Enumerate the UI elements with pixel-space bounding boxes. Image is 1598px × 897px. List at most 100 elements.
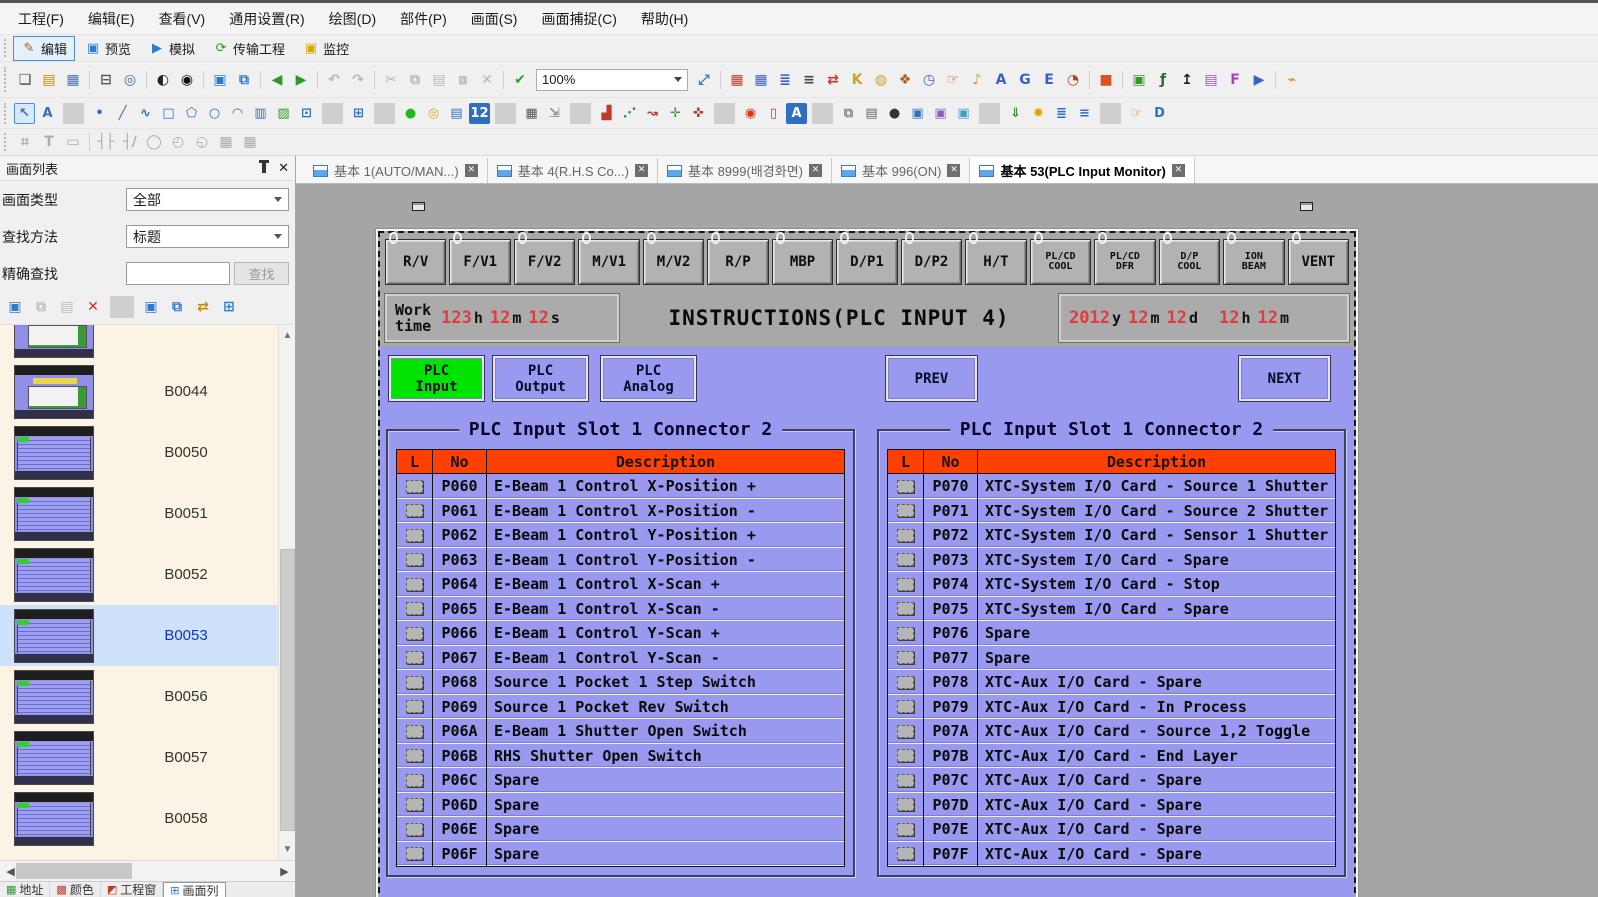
screen-call-icon[interactable]: ⊡	[296, 103, 317, 124]
separator[interactable]	[63, 103, 84, 124]
lamp-indicator[interactable]	[406, 725, 423, 738]
process-button[interactable]: D/P COOL	[1159, 239, 1220, 285]
copy-screen-icon[interactable]: ⧉	[29, 296, 53, 318]
monitor-button[interactable]: ▣ 监控	[295, 36, 357, 61]
camera-capture-icon[interactable]: ◉	[176, 69, 198, 91]
alarm-lamp-icon[interactable]: ◉	[740, 103, 761, 124]
convert-screen-icon[interactable]: ⇄	[191, 296, 215, 318]
coil-icon[interactable]: ◯	[143, 131, 165, 153]
film-part-icon[interactable]: ▤	[861, 103, 882, 124]
separator[interactable]	[146, 71, 147, 89]
hand-tool-icon[interactable]: ☞	[1126, 103, 1147, 124]
preview-monitor-icon[interactable]: ▣	[139, 296, 163, 318]
camera-part-icon[interactable]: ●	[884, 103, 905, 124]
copy-screen-icon[interactable]: ⧉	[233, 69, 255, 91]
screen-tab[interactable]: 基本 53(PLC Input Monitor) ✕	[970, 158, 1194, 183]
address-block-icon[interactable]: ≣	[774, 69, 796, 91]
plc-output-button[interactable]: PLC Output	[492, 355, 589, 402]
video-display-icon[interactable]: ▣	[953, 103, 974, 124]
search-button[interactable]: 查找	[234, 262, 289, 285]
lamp-indicator[interactable]	[897, 725, 914, 738]
prev-button[interactable]: PREV	[885, 355, 978, 402]
message-display-icon[interactable]: A	[786, 103, 807, 124]
panel-tab[interactable]: ⊞ 画面列	[163, 882, 225, 897]
csv-io-icon[interactable]: ≡	[798, 69, 820, 91]
contact-a-icon[interactable]: ┤├	[95, 131, 117, 153]
process-button[interactable]: PL/CD DFR	[1094, 239, 1155, 285]
process-button[interactable]: D/P2	[901, 239, 962, 285]
page-settings-icon[interactable]: F	[1224, 69, 1246, 91]
compass-graph-icon[interactable]: ✜	[688, 103, 709, 124]
io-settings-icon[interactable]: ▦	[726, 69, 748, 91]
lamp-indicator[interactable]	[406, 602, 423, 615]
arc-tool-icon[interactable]: ◠	[227, 103, 248, 124]
separator[interactable]	[979, 103, 1000, 124]
transfer-project-button[interactable]: ⟳ 传输工程	[205, 36, 293, 61]
paste-icon[interactable]: ▤	[428, 69, 450, 91]
process-button[interactable]: R/P	[707, 239, 768, 285]
menu-item[interactable]: 查看(V)	[147, 3, 218, 35]
process-button[interactable]: F/V1	[449, 239, 510, 285]
separator[interactable]	[322, 103, 343, 124]
close-tab-icon[interactable]: ✕	[1172, 164, 1185, 177]
separator[interactable]	[1089, 71, 1090, 89]
window-marker-icon[interactable]	[1300, 202, 1313, 211]
lamp-indicator[interactable]	[897, 602, 914, 615]
separator[interactable]	[374, 71, 375, 89]
rgb-part-icon[interactable]: ▣	[930, 103, 951, 124]
trend-graph-icon[interactable]: ↝	[642, 103, 663, 124]
switch-part-icon[interactable]: ●	[400, 103, 421, 124]
window-part-icon[interactable]: ⧉	[838, 103, 859, 124]
lamp-indicator[interactable]	[897, 774, 914, 787]
screen-list-item[interactable]	[0, 325, 278, 361]
vertical-scrollbar[interactable]: ▲ ▼	[278, 325, 295, 860]
separator[interactable]	[110, 296, 134, 318]
error-check-icon[interactable]: ✔	[509, 69, 531, 91]
text-table-icon[interactable]: A	[990, 69, 1012, 91]
label-icon[interactable]: ▭	[62, 131, 84, 153]
delete-screen-icon[interactable]: ✕	[81, 296, 105, 318]
scroll-up-icon[interactable]: ▲	[279, 327, 295, 344]
panel-tab[interactable]: ▦ 地址	[0, 882, 50, 897]
separator[interactable]	[89, 71, 90, 89]
lamp-indicator[interactable]	[897, 480, 914, 493]
lamp-indicator[interactable]	[406, 627, 423, 640]
lamp-indicator[interactable]	[406, 676, 423, 689]
screen-list-item[interactable]: B0057	[0, 727, 278, 788]
block-down-icon[interactable]: ▦	[215, 131, 237, 153]
lamp-indicator[interactable]	[897, 823, 914, 836]
lamp-indicator[interactable]	[897, 504, 914, 517]
scale-tool-icon[interactable]: ▥	[250, 103, 271, 124]
separator[interactable]	[1275, 71, 1276, 89]
polyline-tool-icon[interactable]: ∿	[135, 103, 156, 124]
cut-icon[interactable]: ✂	[380, 69, 402, 91]
screen-tab[interactable]: 基本 8999(배경화면) ✕	[658, 158, 832, 183]
parts-palette-icon[interactable]: ❖	[894, 69, 916, 91]
video-settings-icon[interactable]: ▶	[1248, 69, 1270, 91]
message-list-icon[interactable]: ≡	[1074, 103, 1095, 124]
paste-screen-icon[interactable]: ▤	[55, 296, 79, 318]
dot-tool-icon[interactable]: •	[89, 103, 110, 124]
delete-icon[interactable]: ✕	[476, 69, 498, 91]
zoom-level-combo[interactable]: 100%	[536, 69, 688, 91]
monitor-part-icon[interactable]: ▣	[907, 103, 928, 124]
tag-icon[interactable]: T	[38, 131, 60, 153]
d-script-icon[interactable]: D	[1149, 103, 1170, 124]
lamp-indicator[interactable]	[897, 651, 914, 664]
menu-item[interactable]: 画面捕捉(C)	[529, 3, 628, 35]
lamp-indicator[interactable]	[897, 847, 914, 860]
scrollbar-thumb[interactable]	[280, 549, 295, 831]
lamp-indicator[interactable]	[897, 798, 914, 811]
screen-type-select[interactable]: 全部	[126, 188, 289, 211]
panel-tab[interactable]: ▩ 颜色	[50, 882, 100, 897]
screen-list-item[interactable]: B0044	[0, 361, 278, 422]
menu-item[interactable]: 通用设置(R)	[217, 3, 316, 35]
print-icon[interactable]: ⊟	[95, 69, 117, 91]
timer-down-icon[interactable]: ◴	[167, 131, 189, 153]
next-button[interactable]: NEXT	[1238, 355, 1331, 402]
plc-input-button[interactable]: PLC Input	[388, 355, 485, 402]
contact-b-icon[interactable]: ┤∕	[119, 131, 141, 153]
separator[interactable]	[812, 103, 833, 124]
close-tab-icon[interactable]: ✕	[635, 164, 648, 177]
language-g-icon[interactable]: G	[1014, 69, 1036, 91]
